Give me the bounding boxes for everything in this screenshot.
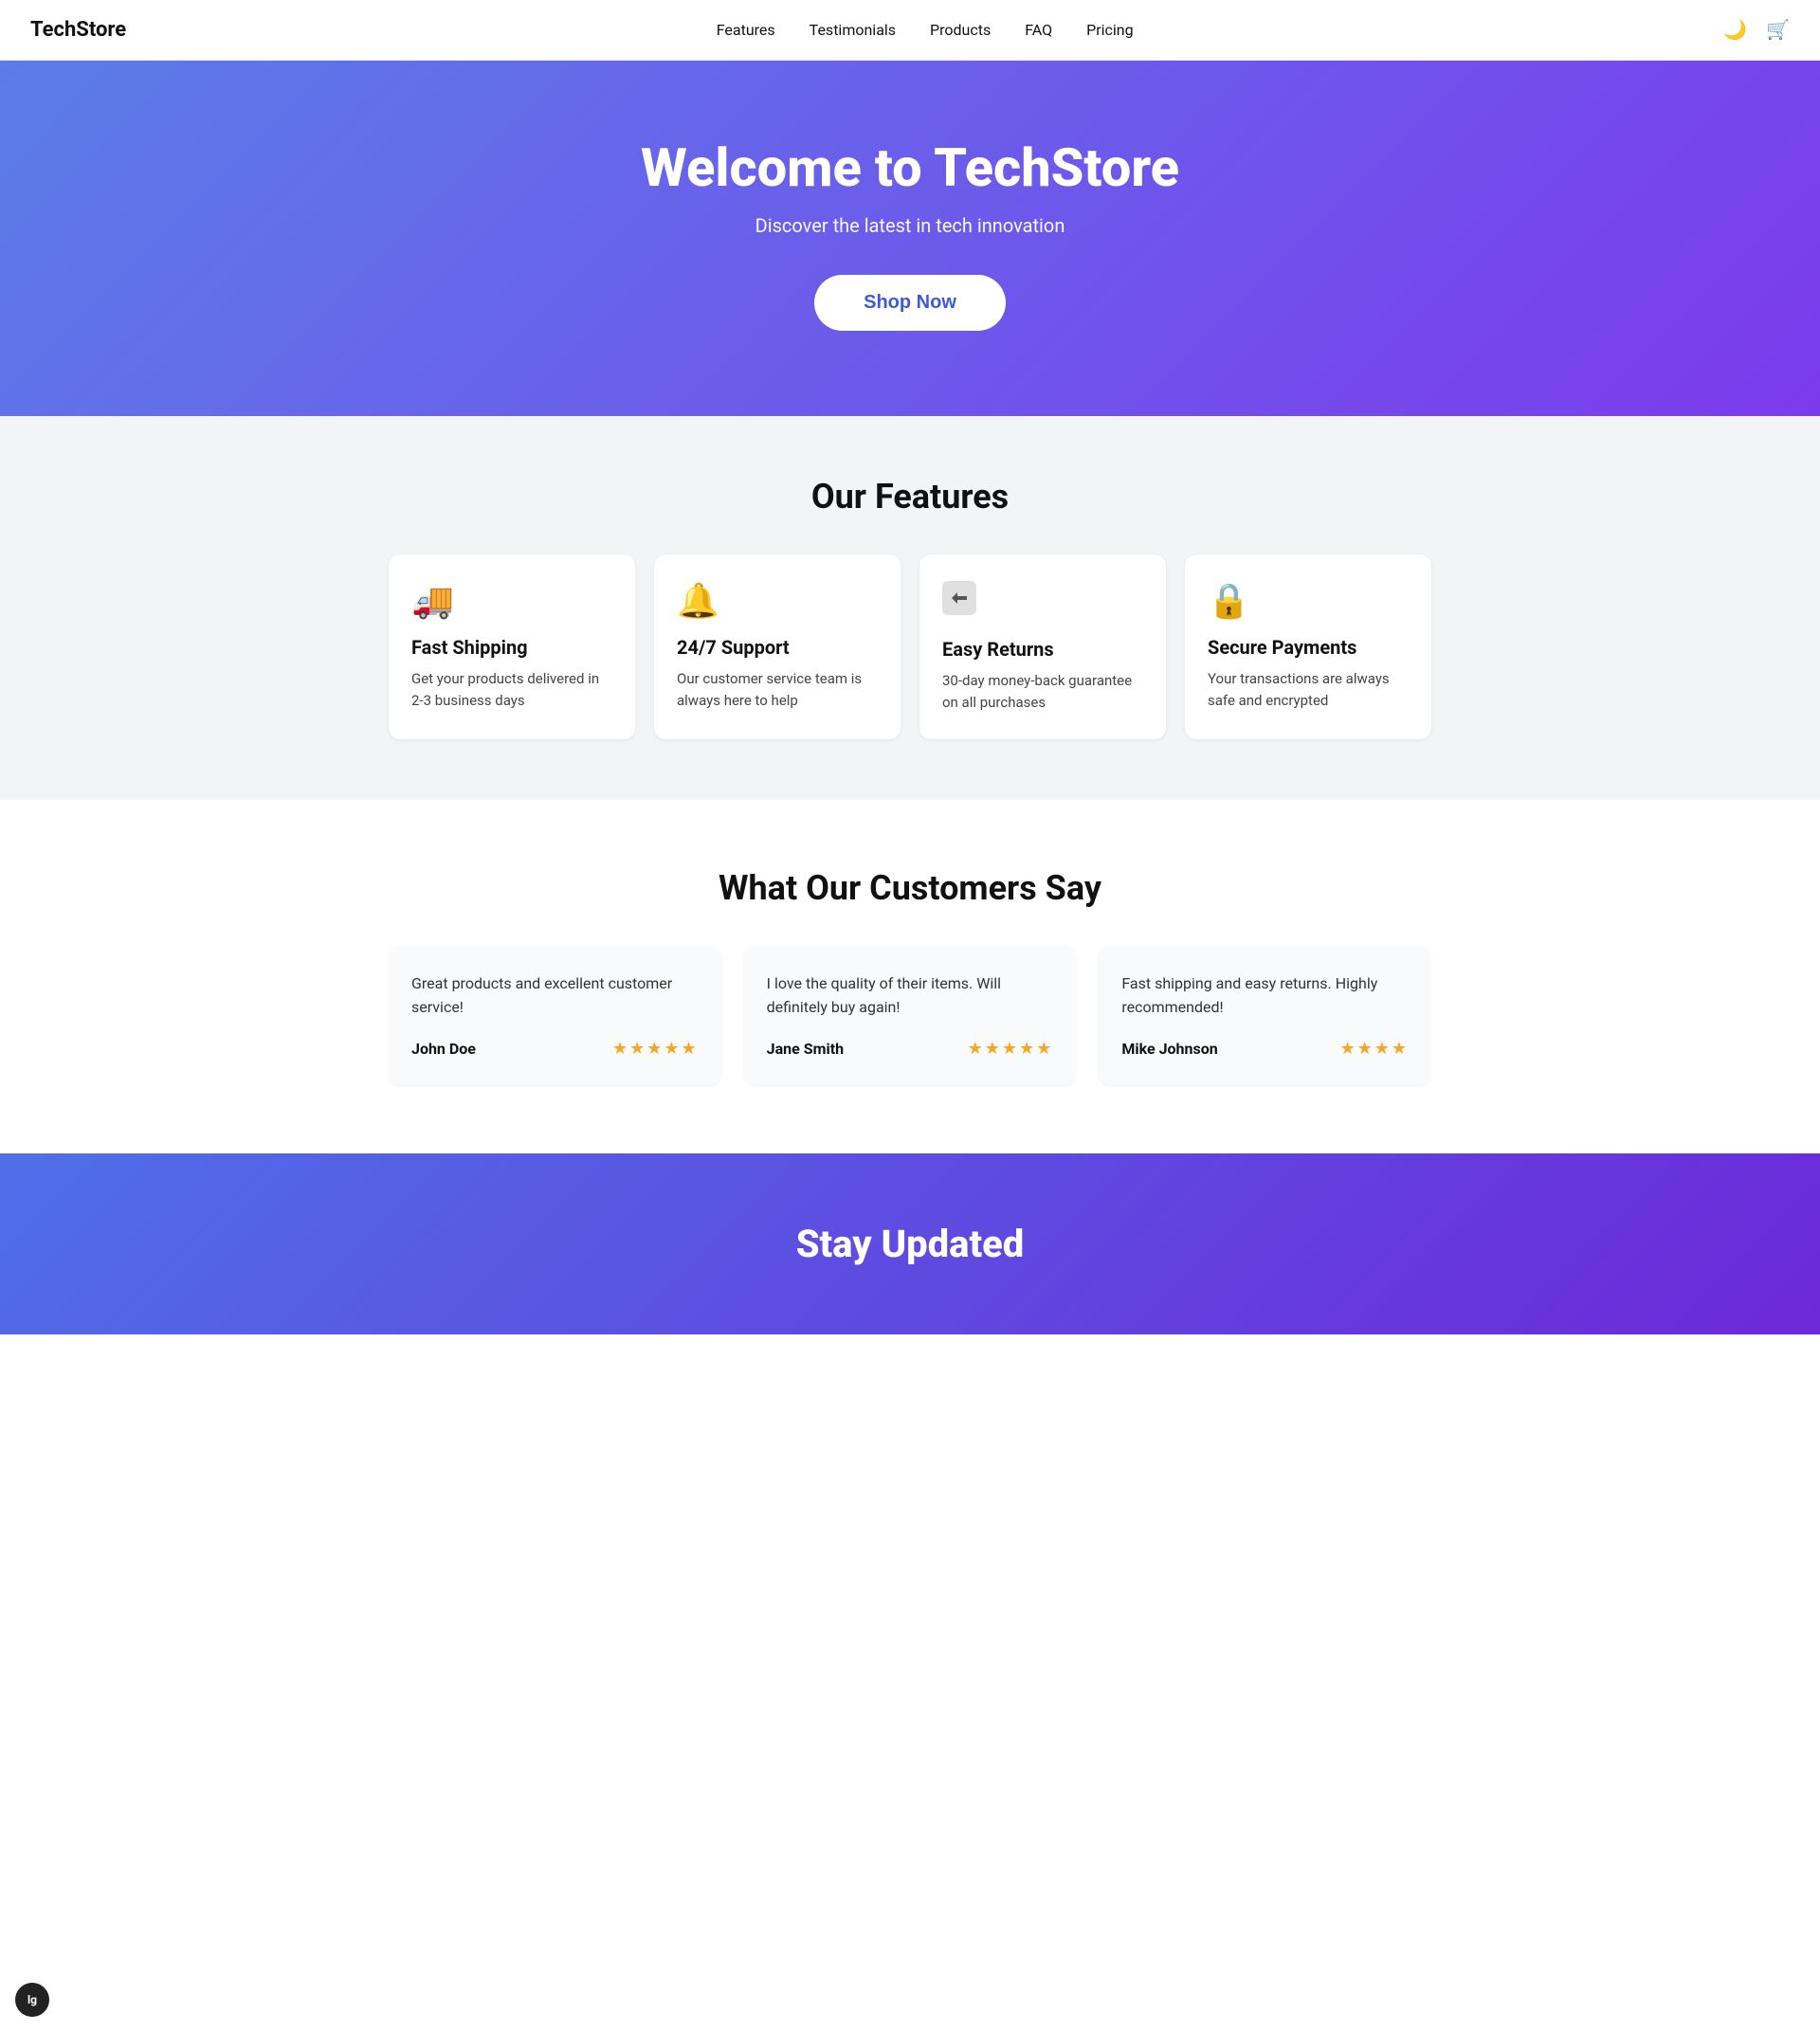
dark-mode-toggle[interactable]: 🌙: [1723, 18, 1747, 42]
navbar: TechStore Features Testimonials Products…: [0, 0, 1820, 61]
feature-title-support: 24/7 Support: [677, 636, 878, 659]
returns-icon: [942, 581, 1143, 623]
nav-link-pricing[interactable]: Pricing: [1086, 21, 1134, 39]
breakpoint-badge: lg: [15, 1983, 49, 2017]
testimonial-name-0: John Doe: [411, 1040, 476, 1058]
nav-link-features[interactable]: Features: [717, 21, 775, 39]
hero-subtitle: Discover the latest in tech innovation: [30, 214, 1790, 237]
testimonial-stars-1: ★★★★★: [968, 1039, 1054, 1059]
testimonial-text-2: Fast shipping and easy returns. Highly r…: [1121, 972, 1409, 1020]
feature-desc-shipping: Get your products delivered in 2-3 busin…: [411, 668, 612, 711]
cart-button[interactable]: 🛒: [1766, 18, 1790, 42]
nav-logo[interactable]: TechStore: [30, 18, 126, 42]
testimonial-footer-0: John Doe ★★★★★: [411, 1039, 699, 1059]
feature-title-payments: Secure Payments: [1208, 636, 1409, 659]
feature-desc-payments: Your transactions are always safe and en…: [1208, 668, 1409, 711]
feature-card-payments: 🔒 Secure Payments Your transactions are …: [1185, 554, 1431, 739]
feature-title-returns: Easy Returns: [942, 638, 1143, 661]
shop-now-button[interactable]: Shop Now: [814, 275, 1006, 331]
testimonial-footer-2: Mike Johnson ★★★★: [1121, 1039, 1409, 1059]
testimonial-footer-1: Jane Smith ★★★★★: [767, 1039, 1054, 1059]
features-title: Our Features: [30, 477, 1790, 517]
hero-title: Welcome to TechStore: [30, 136, 1790, 199]
nav-link-testimonials[interactable]: Testimonials: [810, 21, 896, 39]
features-grid: 🚚 Fast Shipping Get your products delive…: [389, 554, 1431, 739]
testimonial-text-0: Great products and excellent customer se…: [411, 972, 699, 1020]
nav-link-faq[interactable]: FAQ: [1025, 21, 1052, 39]
feature-desc-support: Our customer service team is always here…: [677, 668, 878, 711]
testimonial-stars-0: ★★★★★: [612, 1039, 699, 1059]
shipping-icon: 🚚: [411, 581, 612, 621]
stay-updated-title: Stay Updated: [30, 1222, 1790, 1266]
nav-icon-group: 🌙 🛒: [1723, 18, 1790, 42]
testimonials-grid: Great products and excellent customer se…: [389, 946, 1431, 1085]
hero-section: Welcome to TechStore Discover the latest…: [0, 61, 1820, 416]
features-section: Our Features 🚚 Fast Shipping Get your pr…: [0, 416, 1820, 800]
stay-updated-section: Stay Updated: [0, 1153, 1820, 1334]
nav-link-products[interactable]: Products: [930, 21, 991, 39]
testimonial-text-1: I love the quality of their items. Will …: [767, 972, 1054, 1020]
feature-card-shipping: 🚚 Fast Shipping Get your products delive…: [389, 554, 635, 739]
feature-card-support: 🔔 24/7 Support Our customer service team…: [654, 554, 901, 739]
support-icon: 🔔: [677, 581, 878, 621]
testimonial-name-1: Jane Smith: [767, 1040, 844, 1058]
testimonial-card-1: I love the quality of their items. Will …: [744, 946, 1077, 1085]
testimonial-stars-2: ★★★★: [1339, 1039, 1409, 1059]
testimonial-card-0: Great products and excellent customer se…: [389, 946, 721, 1085]
payments-icon: 🔒: [1208, 581, 1409, 621]
feature-desc-returns: 30-day money-back guarantee on all purch…: [942, 670, 1143, 713]
feature-title-shipping: Fast Shipping: [411, 636, 612, 659]
feature-card-returns: Easy Returns 30-day money-back guarantee…: [919, 554, 1166, 739]
nav-links: Features Testimonials Products FAQ Prici…: [717, 21, 1134, 39]
testimonial-card-2: Fast shipping and easy returns. Highly r…: [1099, 946, 1431, 1085]
testimonials-section: What Our Customers Say Great products an…: [0, 800, 1820, 1153]
testimonial-name-2: Mike Johnson: [1121, 1040, 1217, 1058]
testimonials-title: What Our Customers Say: [30, 868, 1790, 908]
